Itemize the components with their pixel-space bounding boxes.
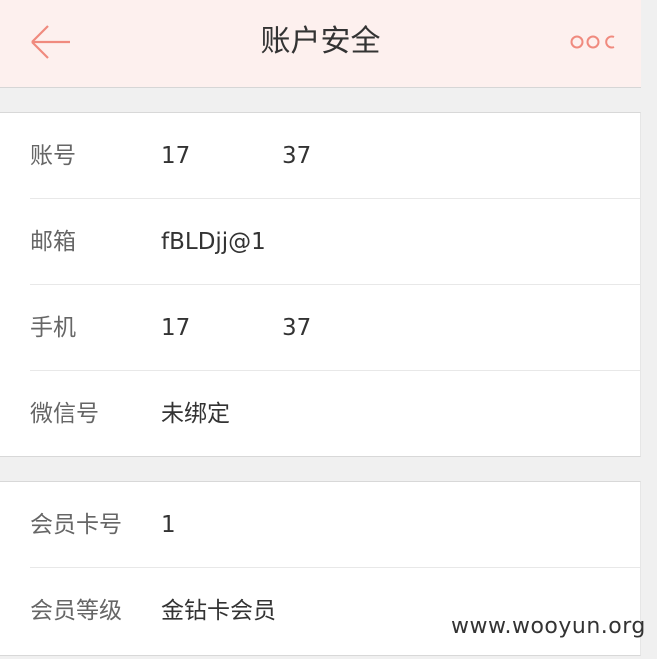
app-header: 账户安全 bbox=[0, 0, 641, 88]
watermark-text: www.wooyun.org bbox=[451, 614, 646, 639]
member-level-value: 金钻卡会员 bbox=[161, 598, 276, 624]
account-info-card: 账号 17 37 邮箱 fBLDjj@1 手机 17 37 微信号 未绑定 bbox=[0, 112, 641, 457]
email-row: 邮箱 fBLDjj@1 bbox=[0, 199, 640, 285]
wechat-label: 微信号 bbox=[30, 401, 99, 427]
more-dots-icon bbox=[570, 35, 615, 49]
member-card-value: 1 bbox=[161, 512, 176, 538]
phone-row: 手机 17 37 bbox=[0, 285, 640, 371]
more-button[interactable] bbox=[566, 28, 622, 56]
member-card-row: 会员卡号 1 bbox=[0, 482, 640, 568]
email-value: fBLDjj@1 bbox=[161, 229, 266, 255]
phone-label: 手机 bbox=[30, 315, 76, 341]
email-label: 邮箱 bbox=[30, 229, 76, 255]
account-value-tail: 37 bbox=[282, 143, 312, 169]
page-title: 账户安全 bbox=[260, 24, 381, 59]
member-level-label: 会员等级 bbox=[30, 598, 122, 624]
member-level-row: 会员等级 金钻卡会员 bbox=[0, 568, 640, 654]
wechat-row[interactable]: 微信号 未绑定 bbox=[0, 371, 640, 457]
member-card-label: 会员卡号 bbox=[30, 512, 122, 538]
wechat-value: 未绑定 bbox=[161, 401, 230, 427]
phone-value-tail: 37 bbox=[282, 315, 312, 341]
account-value: 17 bbox=[161, 143, 191, 169]
account-label: 账号 bbox=[30, 143, 76, 169]
account-row: 账号 17 37 bbox=[0, 113, 640, 199]
phone-value: 17 bbox=[161, 315, 191, 341]
